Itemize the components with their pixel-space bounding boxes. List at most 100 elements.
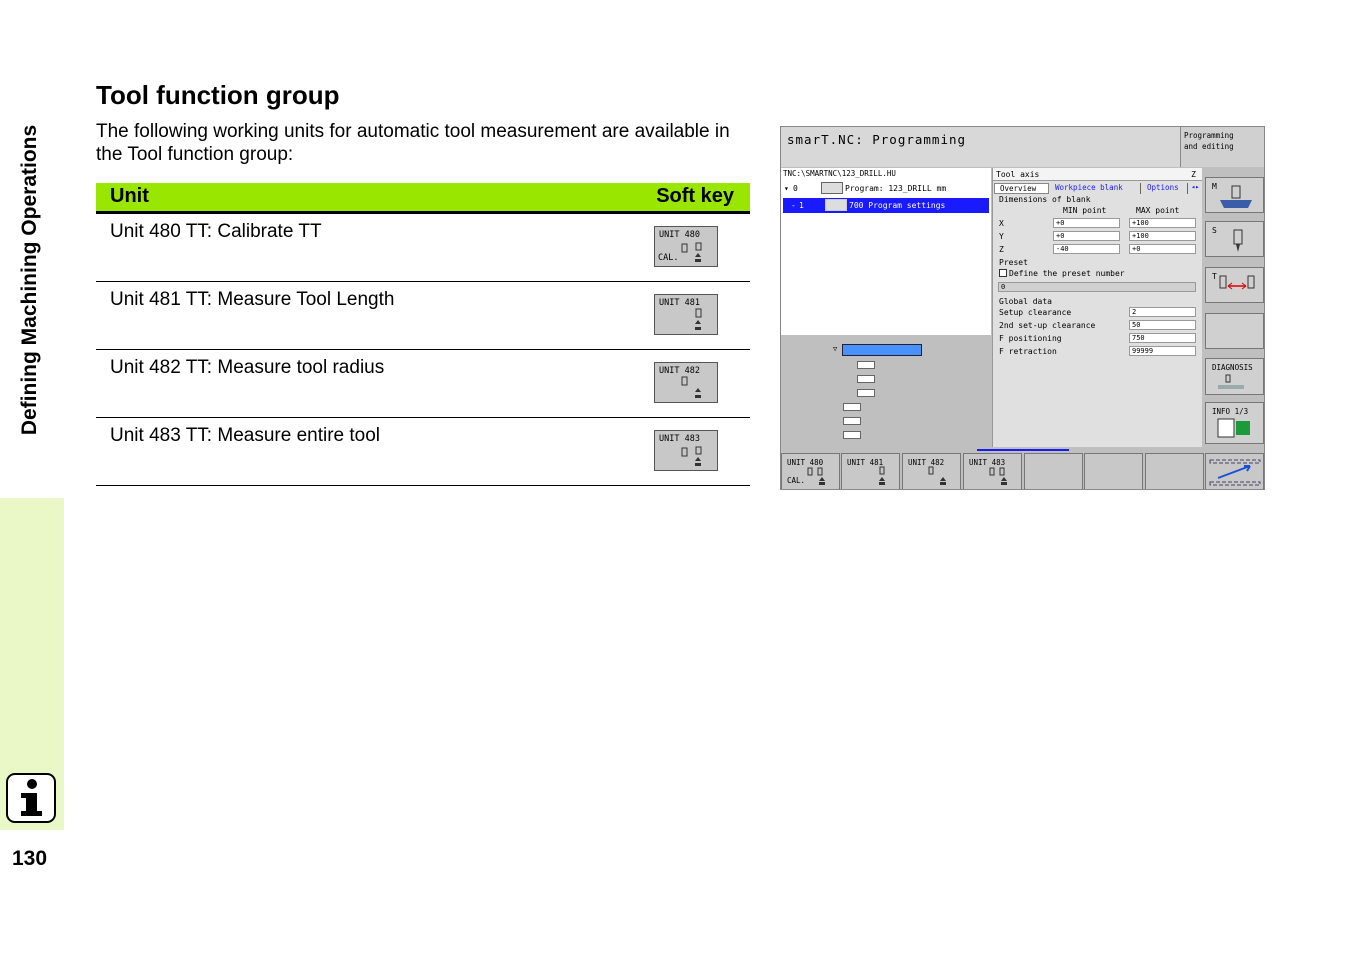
- program-tree: ▾ 0 Program: 123_DRILL mm - 1 700 Progra…: [781, 179, 991, 335]
- softkey-empty[interactable]: [1145, 453, 1204, 489]
- softkey-unit-482[interactable]: UNIT 482: [902, 453, 961, 489]
- f-retraction-field[interactable]: 99999: [1129, 346, 1196, 356]
- max-label: MAX point: [1136, 206, 1180, 215]
- softkey-unit-481[interactable]: UNIT 481: [841, 453, 900, 489]
- preset-check-label: Define the preset number: [1009, 269, 1125, 278]
- tree-label: 700 Program settings: [849, 201, 946, 210]
- softkey-top: UNIT 481: [847, 458, 884, 467]
- graph-node[interactable]: [843, 403, 861, 411]
- table-row: Unit 480 TT: Calibrate TT UNIT 480 CAL.: [96, 214, 750, 282]
- screen-title: smarT.NC: Programming: [787, 132, 967, 147]
- tnc-screenshot: smarT.NC: Programming Programming and ed…: [780, 126, 1265, 490]
- info-button[interactable]: INFO 1/3: [1205, 402, 1264, 444]
- preset-number-field[interactable]: 0: [998, 282, 1196, 292]
- tab-workpiece-blank[interactable]: Workpiece blank: [1053, 183, 1141, 194]
- form-header-right: Z: [1191, 170, 1196, 179]
- form-header-left: Tool axis: [996, 170, 1040, 179]
- softkey-top: UNIT 480: [659, 230, 700, 240]
- max-y-field[interactable]: +100: [1129, 231, 1196, 241]
- empty-button[interactable]: [1205, 313, 1264, 349]
- diagnosis-button[interactable]: DIAGNOSIS: [1205, 358, 1264, 395]
- t-function-button[interactable]: T: [1205, 267, 1264, 303]
- spindle-icon: [1220, 185, 1252, 208]
- graph-node[interactable]: [857, 361, 875, 369]
- unit-table: Unit Soft key Unit 480 TT: Calibrate TT …: [96, 183, 750, 486]
- softkey-top: UNIT 481: [659, 298, 700, 308]
- f-positioning-field[interactable]: 750: [1129, 333, 1196, 343]
- min-x-field[interactable]: +0: [1053, 218, 1120, 228]
- diagnosis-icon: [1218, 374, 1244, 389]
- softkey-unit-481: UNIT 481: [654, 294, 718, 335]
- softkey-empty[interactable]: [1084, 453, 1143, 489]
- min-z-field[interactable]: -40: [1053, 244, 1120, 254]
- min-label: MIN point: [1063, 206, 1107, 215]
- softkey-bottom: CAL.: [787, 476, 806, 485]
- global-label: F positioning: [999, 334, 1062, 343]
- min-y-field[interactable]: +0: [1053, 231, 1120, 241]
- button-label: DIAGNOSIS: [1212, 363, 1253, 372]
- tree-label: Program: 123_DRILL mm: [845, 184, 947, 193]
- table-row: Unit 481 TT: Measure Tool Length UNIT 48…: [96, 282, 750, 350]
- operating-mode: Programming and editing: [1180, 127, 1264, 167]
- global-label: F retraction: [999, 347, 1057, 356]
- path-text: TNC:\SMARTNC\123_DRILL.HU: [783, 169, 896, 178]
- graph-node-selected[interactable]: [842, 344, 922, 356]
- max-x-field[interactable]: +100: [1129, 218, 1196, 228]
- setup-clearance-field[interactable]: 2: [1129, 307, 1196, 317]
- tree-row[interactable]: ▾ 0 Program: 123_DRILL mm: [783, 182, 989, 196]
- axis-label: X: [999, 219, 1004, 228]
- unit-label: Unit 481 TT: Measure Tool Length: [110, 289, 395, 310]
- form-header: Tool axis Z: [993, 168, 1202, 181]
- tab-options[interactable]: Options: [1145, 183, 1188, 194]
- input-form: Tool axis Z Overview Workpiece blank Opt…: [992, 168, 1202, 447]
- softkey-row-indicator: [977, 449, 1069, 451]
- softkey-unit-482: UNIT 482: [654, 362, 718, 403]
- tool-change-icon: [1219, 275, 1255, 290]
- softkey-switch-bar[interactable]: [1205, 453, 1264, 489]
- softkey-top: UNIT 482: [659, 366, 700, 376]
- softkey-unit-480[interactable]: UNIT 480 CAL.: [781, 453, 840, 489]
- preset-title: Preset: [999, 258, 1028, 267]
- program-icon: [821, 182, 843, 194]
- chapter-title: Defining Machining Operations: [18, 124, 41, 436]
- max-z-field[interactable]: +0: [1129, 244, 1196, 254]
- graph-node[interactable]: [843, 417, 861, 425]
- unit-label: Unit 483 TT: Measure entire tool: [110, 425, 381, 446]
- tab-overview[interactable]: Overview: [994, 183, 1049, 194]
- tab-scroll-icon[interactable]: ◂▸: [1191, 183, 1199, 191]
- second-clearance-field[interactable]: 50: [1129, 320, 1196, 330]
- s-function-button[interactable]: S: [1205, 221, 1264, 257]
- tree-row-selected[interactable]: - 1 700 Program settings: [783, 198, 989, 213]
- axis-label: Y: [999, 232, 1004, 241]
- graph-node[interactable]: [857, 389, 875, 397]
- softkey-top: UNIT 483: [659, 434, 700, 444]
- button-label: INFO 1/3: [1212, 407, 1249, 416]
- mode-line-2: and editing: [1184, 142, 1234, 151]
- tree-expand-icon: ▾: [784, 184, 789, 193]
- graph-node[interactable]: [843, 431, 861, 439]
- mode-line-1: Programming: [1184, 131, 1234, 140]
- expand-icon: ▽: [833, 345, 838, 353]
- global-label: 2nd set-up clearance: [999, 321, 1096, 330]
- tree-index: 0: [793, 184, 798, 193]
- softkey-empty[interactable]: [1024, 453, 1083, 489]
- m-function-button[interactable]: M: [1205, 177, 1264, 213]
- softkey-unit-480: UNIT 480 CAL.: [654, 226, 718, 267]
- softkey-unit-483[interactable]: UNIT 483: [963, 453, 1022, 489]
- softkey-top: UNIT 483: [969, 458, 1006, 467]
- tool-icon: [1233, 229, 1243, 252]
- info-icon: [1217, 418, 1250, 438]
- graph-node[interactable]: [857, 375, 875, 383]
- table-row: Unit 483 TT: Measure entire tool UNIT 48…: [96, 418, 750, 486]
- settings-icon: [825, 199, 847, 211]
- axis-label: Z: [999, 245, 1004, 254]
- softkey-unit-483: UNIT 483: [654, 430, 718, 471]
- tree-index: 1: [799, 201, 804, 210]
- softkey-bottom: CAL.: [658, 253, 679, 263]
- info-icon: [6, 773, 56, 823]
- softkey-top: UNIT 482: [908, 458, 945, 467]
- softkey-top: UNIT 480: [787, 458, 824, 467]
- preset-checkbox[interactable]: [999, 269, 1007, 277]
- page-number: 130: [12, 847, 48, 870]
- intro-paragraph: The following working units for automati…: [96, 121, 730, 165]
